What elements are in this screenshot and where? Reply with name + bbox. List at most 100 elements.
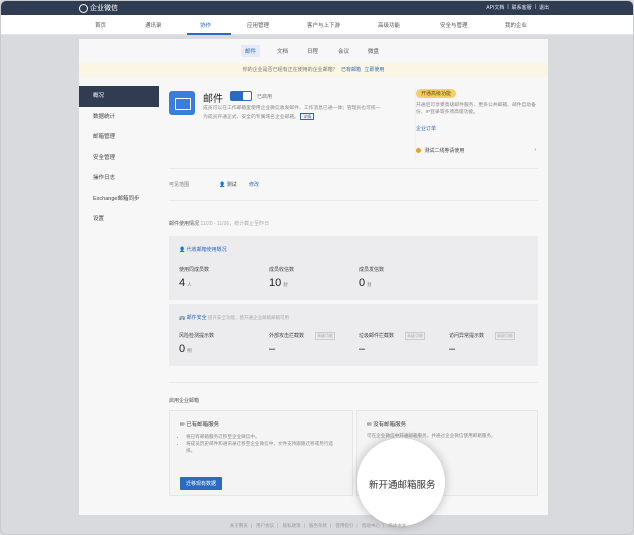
- existing-mail-title: ✉ 已有邮箱服务: [180, 422, 220, 428]
- language-select[interactable]: 简体中文: [388, 523, 406, 528]
- chevron-right-icon: ›: [534, 147, 536, 153]
- list-item: 将已有邮箱服务迁移至企业微信中。: [186, 433, 336, 440]
- footer-link[interactable]: 隐私政策: [283, 523, 301, 528]
- usage-title: 邮件使用情况 11/20 - 11/26，统计截止至昨日: [169, 220, 269, 227]
- tab-docs[interactable]: 文档: [277, 47, 288, 55]
- security-card-head: 🚌 邮件安全 提升安全功能，暂开通企业邮箱邮箱可用: [179, 315, 290, 321]
- brand-name: 企业微信: [90, 5, 118, 12]
- sub-tabs: 邮件 文档 日程 会议 微盘: [79, 39, 548, 61]
- promo-panel: 开通高级功能 开通后可享受高级邮件服务、更多公共邮箱、邮件自动备份、IP登录等多…: [415, 89, 538, 159]
- nav-contacts[interactable]: 通讯录: [145, 21, 162, 29]
- security-card-title: 邮件安全: [186, 315, 207, 321]
- nav-collaboration[interactable]: 协作: [200, 21, 211, 29]
- visibility-member: 👤 测试: [219, 182, 237, 188]
- nav-advanced[interactable]: 高级功能: [378, 21, 400, 29]
- stat-value: 10 封: [269, 277, 288, 289]
- sidebar-item-settings[interactable]: 设置: [79, 209, 159, 230]
- nav-my-enterprise[interactable]: 我的企业: [505, 21, 527, 29]
- visibility-label: 可见范围: [169, 182, 190, 188]
- enterprise-order-link[interactable]: 企业订单: [416, 125, 436, 132]
- stat-label: 使用同成员数: [179, 267, 210, 273]
- app-title: 邮件: [203, 94, 223, 105]
- nav-security[interactable]: 安全与管理: [440, 21, 468, 29]
- sidebar-item-operation-log[interactable]: 操作日志: [79, 168, 159, 189]
- notice-text: 你的企业是否已经有正在使用的企业邮箱？: [242, 67, 338, 73]
- nav-home[interactable]: 首页: [95, 21, 106, 29]
- contact-support-link[interactable]: 联系客服: [512, 4, 532, 11]
- sidebar-item-mailbox-management[interactable]: 邮箱管理: [79, 127, 159, 148]
- tab-calendar[interactable]: 日程: [307, 47, 318, 55]
- stat-value: –: [269, 343, 276, 355]
- upgrade-badge[interactable]: 开通高级功能: [416, 89, 457, 98]
- usage-card-title: 代收邮箱使用概况: [186, 247, 227, 253]
- stat-value: –: [449, 343, 456, 355]
- coupon-row[interactable]: 测试二线券请使用 ›: [416, 147, 538, 154]
- stat-label: 外部攻击拦截数: [269, 333, 305, 339]
- list-item: 将成员历史邮件和通讯录迁移至企业微信中，文件支持跟随迁移或另行选择。: [186, 440, 336, 454]
- footer: 关于腾讯 | 用户协议 | 隐私政策 | 服务条款 | 使用指引 | 帮助中心 | 简体中文: [229, 523, 407, 528]
- footer-link[interactable]: 服务条款: [309, 523, 327, 528]
- notice-use-now-link[interactable]: 立即使用: [364, 67, 384, 73]
- stat-label: 垃圾邮件拦截数: [359, 333, 395, 339]
- advanced-feature-tag: 高级功能: [315, 332, 335, 340]
- content-panel: 邮件 文档 日程 会议 微盘 你的企业是否已经有正在使用的企业邮箱？ 已有邮箱 …: [79, 39, 548, 515]
- divider: [169, 168, 538, 169]
- divider: [169, 382, 538, 383]
- footer-link[interactable]: 使用指引: [335, 523, 353, 528]
- usage-title-text: 邮件使用情况: [169, 221, 200, 227]
- advanced-feature-tag: 高级功能: [495, 332, 515, 340]
- app-description-text: 成员可以在工作邮箱里使用企业微信收发邮件、工作消息已通一体；管理员也可统一为成员…: [203, 106, 381, 120]
- security-card-note: 提升安全功能，暂开通企业邮箱邮箱可用: [208, 315, 290, 320]
- notice-existing-link[interactable]: 已有邮箱: [341, 67, 361, 73]
- api-docs-link[interactable]: API文档: [486, 4, 504, 11]
- stat-label: 风险检测提示数: [179, 333, 215, 339]
- enterprise-mail-title: 启用企业邮箱: [169, 398, 200, 404]
- stat-value: –: [359, 343, 366, 355]
- footer-link[interactable]: 用户协议: [256, 523, 274, 528]
- visibility-member-name: 测试: [226, 182, 237, 188]
- app-window: 企业微信 API文档 | 联系客服 | 退出 首页 通讯录 协作 应用管理 客户与上…: [0, 0, 634, 535]
- edit-visibility-link[interactable]: 修改: [249, 181, 259, 188]
- promo-description: 开通后可享受高级邮件服务、更多公共邮箱、邮件自动备份、IP登录等多项高级功能。: [416, 103, 536, 115]
- usage-card-head: 👤 代收邮箱使用概况: [179, 247, 227, 253]
- app-description: 成员可以在工作邮箱里使用企业微信收发邮件、工作消息已通一体；管理员也可统一为成员…: [203, 105, 383, 121]
- notice-bar: 你的企业是否已经有正在使用的企业邮箱？ 已有邮箱 立即使用: [79, 63, 548, 77]
- main-content: 邮件 已启用 成员可以在工作邮箱里使用企业微信收发邮件、工作消息已通一体；管理员…: [169, 86, 538, 506]
- logout-link[interactable]: 退出: [539, 4, 549, 11]
- existing-mail-list: 将已有邮箱服务迁移至企业微信中。 将成员历史邮件和通讯录迁移至企业微信中，文件支…: [186, 433, 336, 454]
- open-mail-service-button[interactable]: 新开通邮箱服务: [369, 477, 436, 491]
- stat-label: 成员收信数: [269, 267, 295, 273]
- tab-meeting[interactable]: 会议: [338, 47, 349, 55]
- details-tag[interactable]: 详情: [300, 112, 315, 120]
- coupon-text: 测试二线券请使用: [424, 148, 465, 154]
- existing-mail-box: ✉ 已有邮箱服务 将已有邮箱服务迁移至企业微信中。 将成员历史邮件和通讯录迁移至…: [169, 410, 353, 496]
- stat-value: 4人: [179, 277, 192, 289]
- nav-customers[interactable]: 客户与上下游: [307, 21, 340, 29]
- nav-active-indicator: [187, 33, 231, 35]
- wecom-logo-icon: [79, 3, 88, 13]
- usage-range: 11/20 - 11/26，统计截止至昨日: [200, 221, 270, 227]
- tab-mail[interactable]: 邮件: [241, 45, 261, 57]
- no-mail-title: ✉ 没有邮箱服务: [367, 422, 407, 428]
- usage-card: 👤 代收邮箱使用概况 使用同成员数 4人 成员收信数 10 封 成员发信数 0封: [169, 236, 538, 300]
- migrate-data-button[interactable]: 迁移现有数据: [180, 477, 223, 490]
- advanced-feature-tag: 高级功能: [405, 332, 425, 340]
- sidebar-item-overview[interactable]: 概况: [79, 86, 159, 107]
- stat-label: 成员发信数: [359, 267, 385, 273]
- footer-link[interactable]: 帮助中心: [362, 523, 380, 528]
- footer-link[interactable]: 关于腾讯: [230, 523, 248, 528]
- mail-enable-toggle[interactable]: [230, 91, 252, 101]
- no-mail-description: 可在企业微信中开通邮箱服务，并通过企业微信使用邮箱服务。: [367, 433, 496, 438]
- sidebar-item-exchange-sync[interactable]: Exchange邮箱同步: [79, 189, 159, 210]
- stat-label: 访问异常提示数: [449, 333, 485, 339]
- divider: [169, 200, 538, 201]
- sidebar-item-security[interactable]: 安全管理: [79, 148, 159, 169]
- nav-app-management[interactable]: 应用管理: [247, 21, 269, 29]
- stat-value: 0例: [179, 343, 192, 355]
- sidebar: 概况 数据统计 邮箱管理 安全管理 操作日志 Exchange邮箱同步 设置: [79, 86, 159, 230]
- security-card: 🚌 邮件安全 提升安全功能，暂开通企业邮箱邮箱可用 风险检测提示数 0例 外部攻…: [169, 304, 538, 366]
- tab-drive[interactable]: 微盘: [368, 47, 379, 55]
- stat-value: 0封: [359, 277, 372, 289]
- brand-logo[interactable]: 企业微信: [79, 3, 118, 13]
- sidebar-item-statistics[interactable]: 数据统计: [79, 107, 159, 128]
